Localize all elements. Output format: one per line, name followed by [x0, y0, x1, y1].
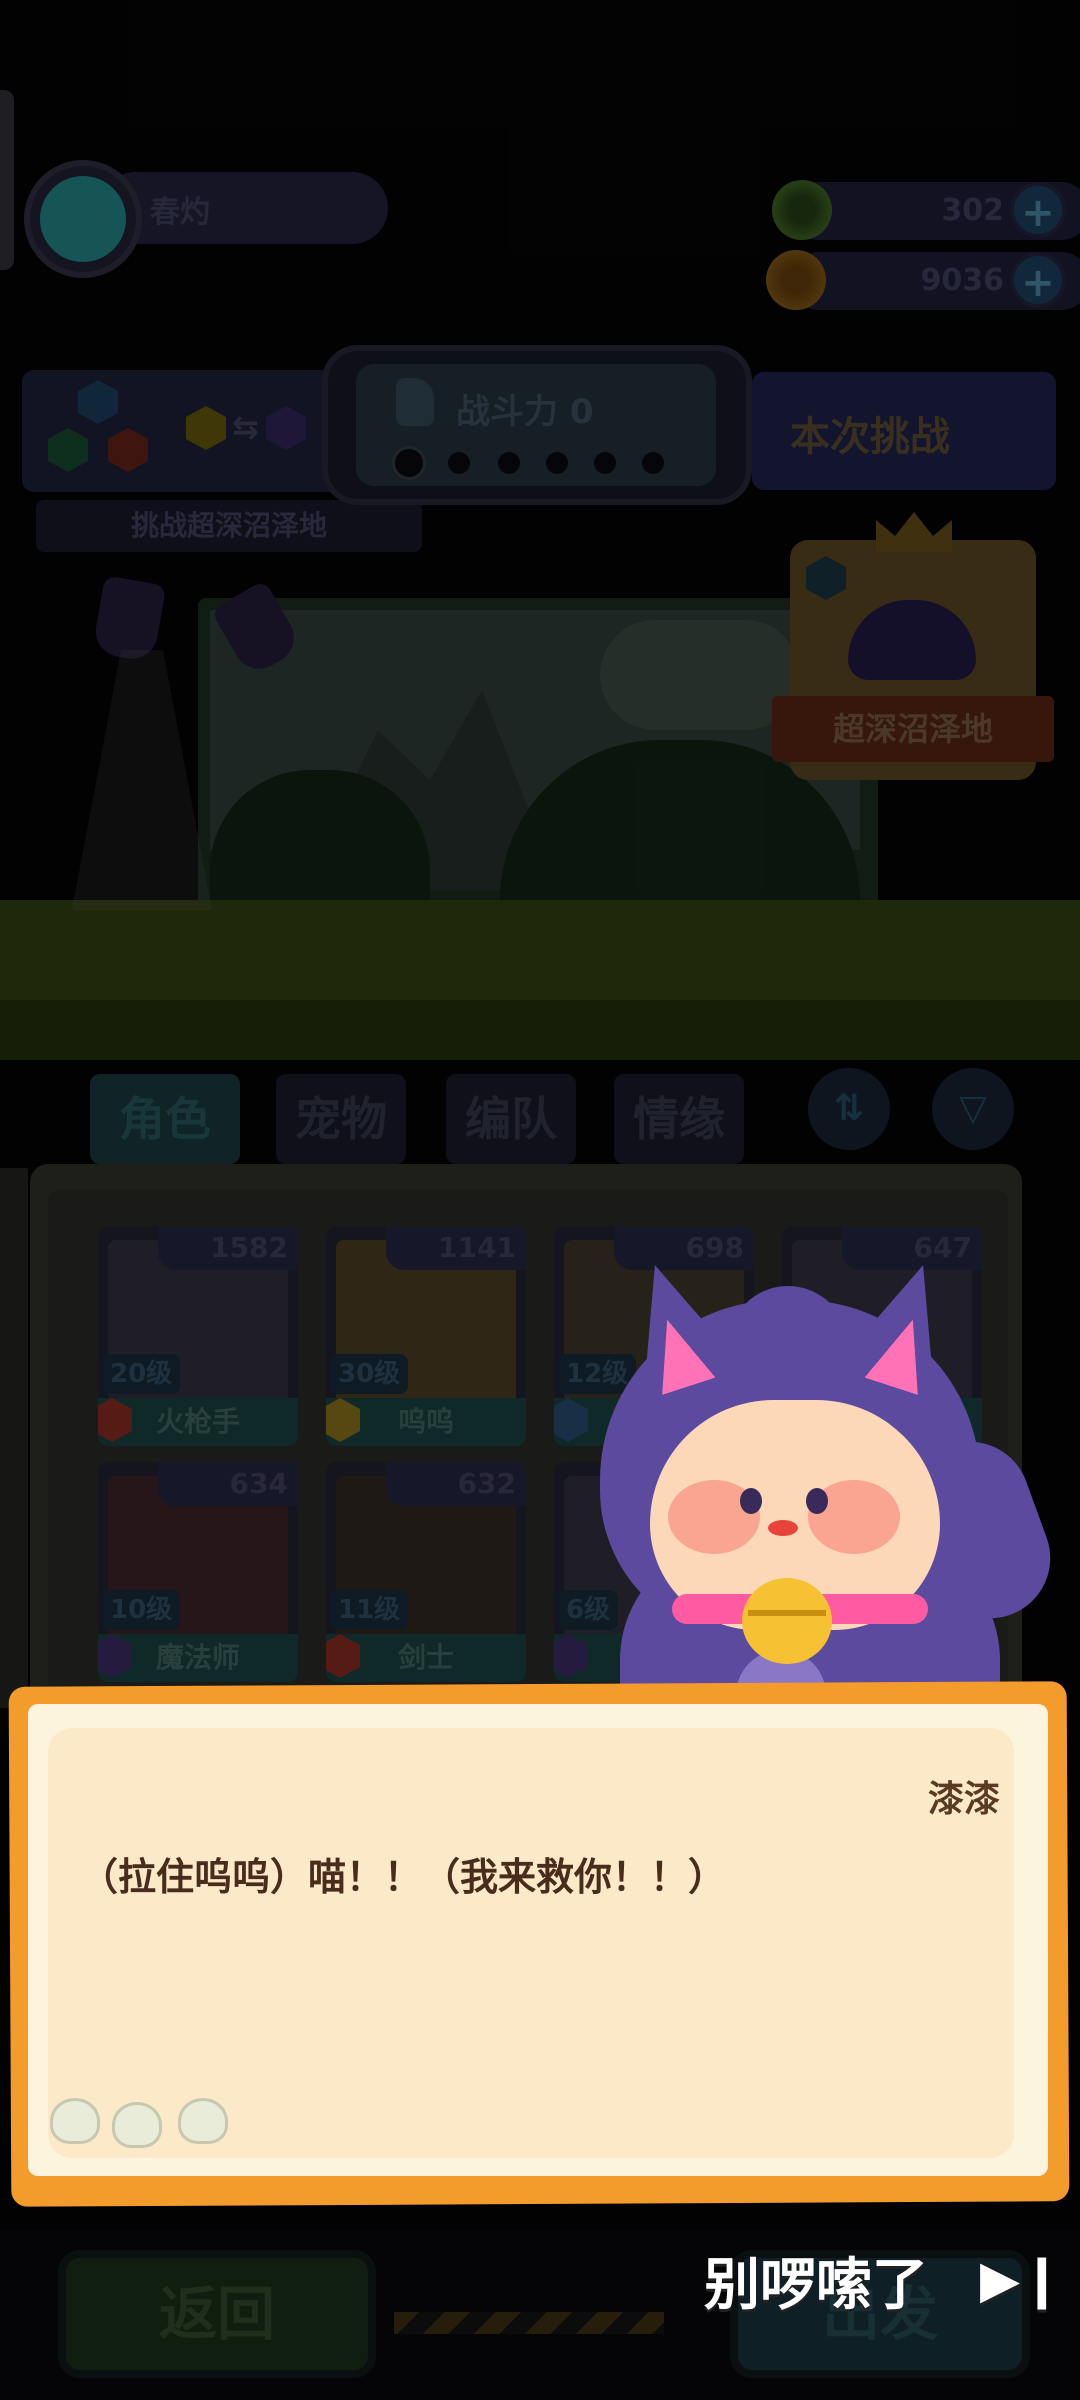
card-power: 698	[614, 1226, 754, 1270]
tab-bonds-label: 情缘	[633, 1092, 725, 1146]
paw-icon	[392, 446, 426, 480]
player-name-pill[interactable]	[100, 172, 388, 244]
player-name: 春灼	[150, 195, 210, 230]
team-slot-dot	[594, 452, 616, 474]
character-card[interactable]: 1582 20级 火枪手	[98, 1226, 298, 1446]
add-resource-2-button[interactable]: +	[1010, 252, 1066, 308]
tab-bonds[interactable]: 情缘	[614, 1074, 744, 1164]
character-card[interactable]: 1141 30级 呜呜	[326, 1226, 526, 1446]
cat-avatar-icon	[40, 176, 126, 262]
stage-name: 超深沼泽地	[772, 696, 1054, 762]
cat-nose	[768, 1520, 798, 1536]
team-slot-dot	[546, 452, 568, 474]
card-level: 11级	[330, 1590, 409, 1630]
bun-icon	[178, 2098, 228, 2144]
tab-pets[interactable]: 宠物	[276, 1074, 406, 1164]
dialog-text: （拉住呜呜）喵！！（我来救你！！）	[80, 1855, 727, 1899]
team-slot-dot	[642, 452, 664, 474]
player-avatar[interactable]	[24, 160, 142, 278]
cat-eye	[806, 1488, 828, 1514]
character-card[interactable]: 632 11级 剑士	[326, 1462, 526, 1682]
card-power: 634	[158, 1462, 298, 1506]
tab-pets-label: 宠物	[295, 1092, 387, 1146]
fast-forward-icon[interactable]: ▶❙	[980, 2250, 1064, 2310]
sort-button[interactable]: ⇅	[808, 1068, 890, 1150]
bell-icon	[742, 1578, 832, 1664]
tab-characters-label: 角色	[119, 1092, 211, 1146]
resource-value-2: 9036	[920, 263, 1005, 298]
crown-icon	[876, 512, 952, 552]
tab-characters[interactable]: 角色	[90, 1074, 240, 1164]
grass-ground-shadow	[0, 1000, 1080, 1060]
current-challenge-label: 本次挑战	[790, 414, 950, 460]
roster-left-edge	[0, 1168, 28, 1708]
bell-band	[748, 1610, 826, 1616]
power-label: 战斗力 0	[456, 392, 594, 432]
filter-button[interactable]: ▽	[932, 1068, 1014, 1150]
filter-icon: ▽	[959, 1088, 987, 1129]
team-slot-dot	[498, 452, 520, 474]
cat-eye	[740, 1488, 762, 1514]
sort-icon: ⇅	[833, 1088, 865, 1129]
team-slot-dot	[448, 452, 470, 474]
swap-arrows-icon: ⇆	[232, 408, 259, 446]
challenge-subtitle: 挑战超深沼泽地	[36, 500, 422, 552]
card-power: 1582	[158, 1226, 298, 1270]
left-edge-frame	[0, 90, 14, 270]
hazard-stripe	[394, 2312, 664, 2334]
spotlight-lamp-icon	[91, 575, 167, 663]
spotlight-beam	[72, 650, 212, 910]
dialog-speaker: 漆漆	[927, 1779, 1000, 1820]
cloud-shape	[600, 620, 800, 730]
add-resource-1-button[interactable]: +	[1010, 182, 1066, 238]
tab-team-label: 编队	[465, 1092, 557, 1146]
bun-icon	[50, 2098, 100, 2144]
card-power: 1141	[386, 1226, 526, 1270]
tab-team[interactable]: 编队	[446, 1074, 576, 1164]
sword-icon	[396, 378, 434, 426]
card-power: 632	[386, 1462, 526, 1506]
resource-value-1: 302	[941, 193, 1004, 228]
skip-button[interactable]: 别啰嗦了	[704, 2240, 928, 2321]
card-level: 6级	[558, 1590, 619, 1630]
card-power: 647	[842, 1226, 982, 1270]
character-card[interactable]: 634 10级 魔法师	[98, 1462, 298, 1682]
bun-icon	[112, 2102, 162, 2148]
card-level: 10级	[102, 1590, 181, 1630]
card-level: 20级	[102, 1354, 181, 1394]
card-level: 30级	[330, 1354, 409, 1394]
back-button[interactable]: 返回	[58, 2250, 376, 2378]
